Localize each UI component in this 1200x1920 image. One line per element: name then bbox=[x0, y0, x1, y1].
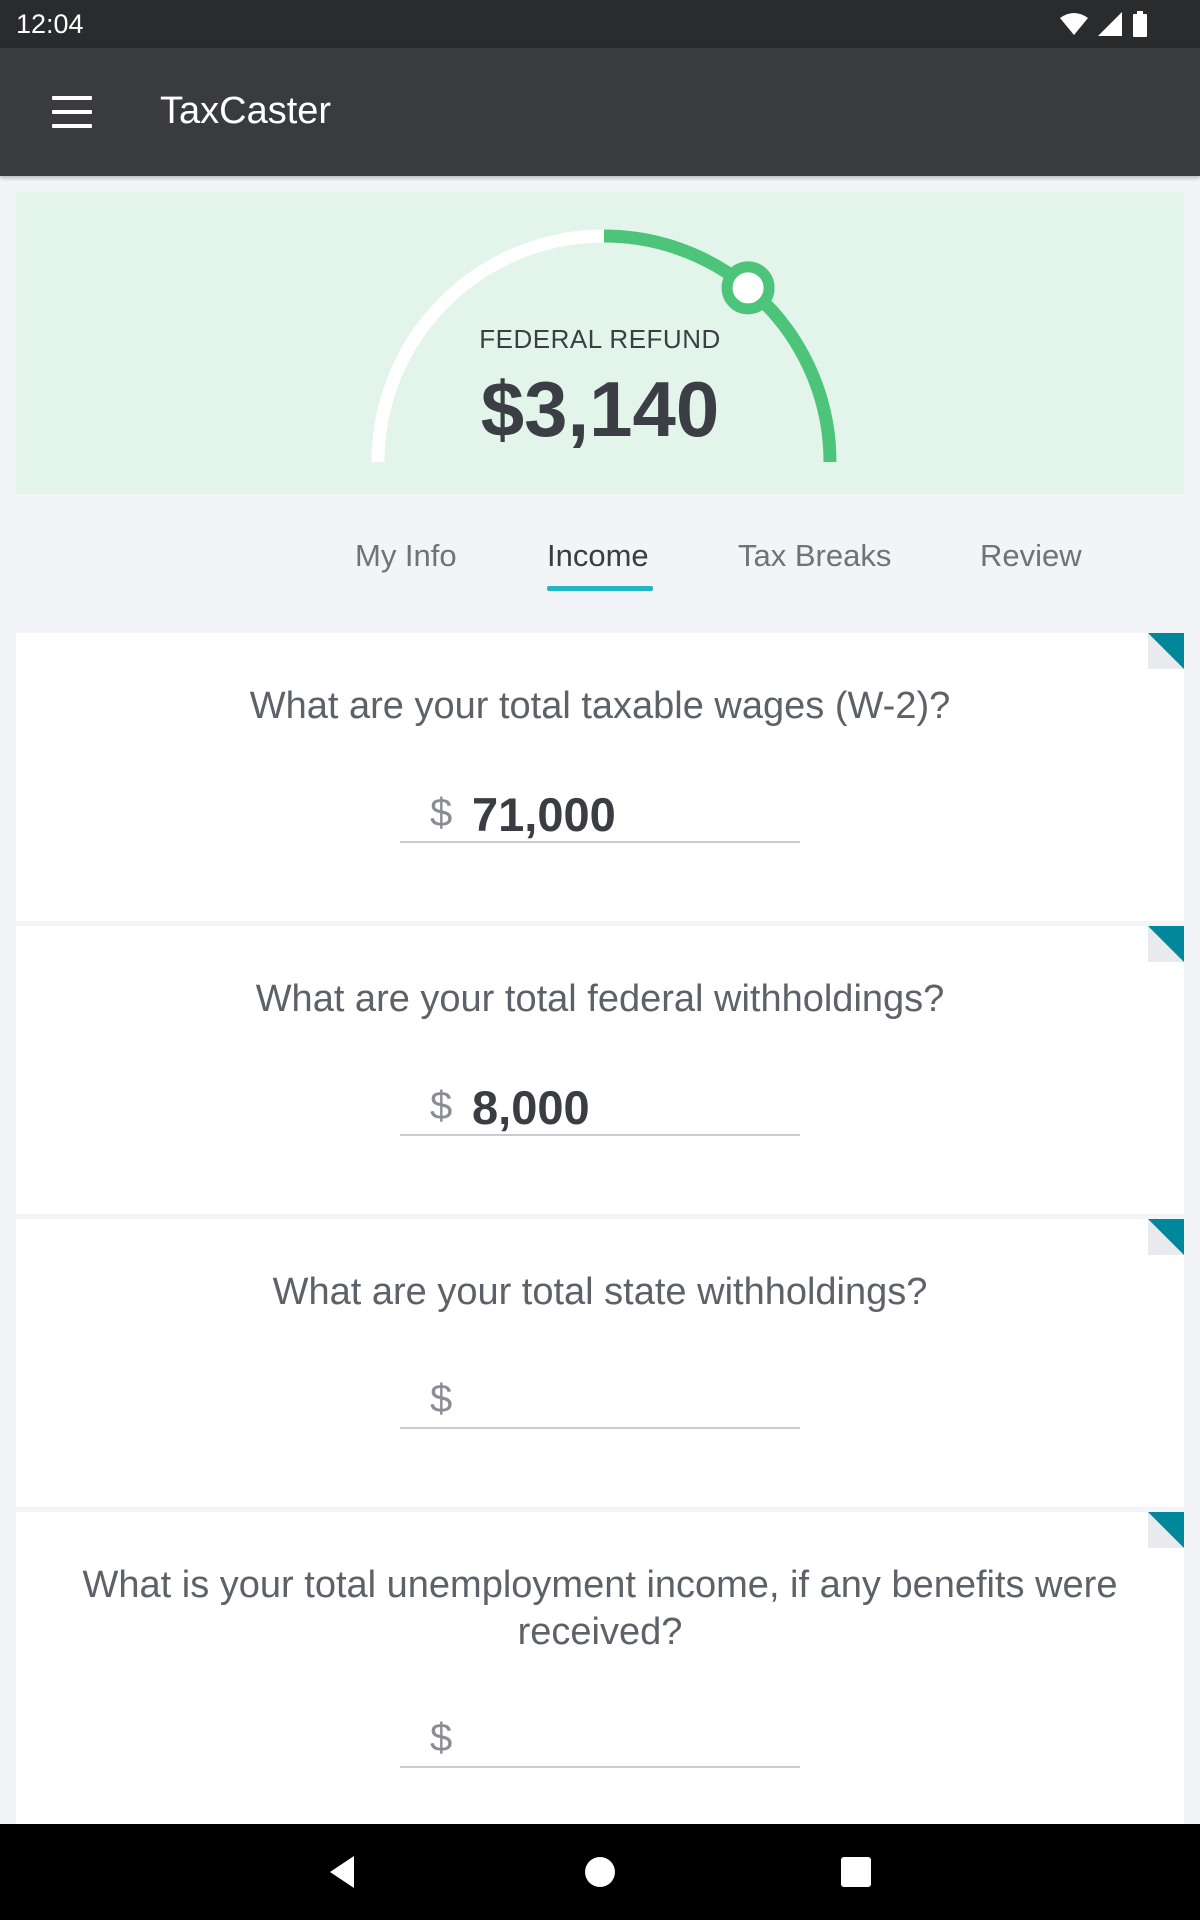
unemployment-input[interactable] bbox=[472, 1712, 782, 1767]
tab-tax-breaks[interactable]: Tax Breaks bbox=[738, 538, 891, 574]
signal-icon bbox=[1098, 12, 1122, 36]
question-text: What are your total state withholdings? bbox=[272, 1271, 928, 1313]
currency-symbol: $ bbox=[430, 791, 453, 835]
corner-flag bbox=[1148, 926, 1184, 962]
refund-amount: $3,140 bbox=[480, 365, 720, 453]
currency-symbol: $ bbox=[430, 1084, 453, 1128]
status-icons bbox=[1060, 11, 1148, 37]
question-text: What is your total unemployment income, … bbox=[82, 1564, 1118, 1653]
gauge-knob bbox=[721, 261, 775, 315]
question-text: What are your total federal withholdings… bbox=[255, 978, 945, 1020]
currency-symbol: $ bbox=[430, 1716, 453, 1760]
federal-withholdings-input[interactable] bbox=[472, 1080, 782, 1135]
tab-my-info[interactable]: My Info bbox=[355, 538, 457, 574]
refund-panel: FEDERAL REFUND $3,140 bbox=[16, 192, 1184, 494]
currency-symbol: $ bbox=[430, 1377, 453, 1421]
state-withholdings-input[interactable] bbox=[472, 1373, 782, 1428]
home-icon[interactable] bbox=[580, 1852, 620, 1892]
wages-input[interactable] bbox=[472, 787, 782, 842]
question-card-unemployment: What is your total unemployment income, … bbox=[16, 1512, 1184, 1824]
system-nav-bar bbox=[0, 1824, 1200, 1920]
question-card-federal-withholdings: What are your total federal withholdings… bbox=[16, 926, 1184, 1214]
status-time: 12:04 bbox=[16, 9, 84, 39]
state-withholdings-field[interactable]: $ bbox=[400, 1369, 800, 1429]
tab-review[interactable]: Review bbox=[980, 538, 1082, 574]
back-icon[interactable] bbox=[322, 1852, 362, 1892]
federal-withholdings-field[interactable]: $ bbox=[400, 1076, 800, 1136]
app-bar: TaxCaster bbox=[0, 48, 1200, 176]
recents-icon[interactable] bbox=[836, 1852, 876, 1892]
wages-field[interactable]: $ bbox=[400, 783, 800, 843]
corner-flag bbox=[1148, 633, 1184, 669]
tab-income[interactable]: Income bbox=[547, 538, 649, 574]
status-bar: 12:04 bbox=[0, 0, 1200, 48]
app-title: TaxCaster bbox=[160, 90, 332, 132]
unemployment-field[interactable]: $ bbox=[400, 1708, 800, 1768]
corner-flag bbox=[1148, 1219, 1184, 1255]
battery-icon bbox=[1133, 11, 1147, 37]
corner-flag bbox=[1148, 1512, 1184, 1548]
question-card-wages: What are your total taxable wages (W-2)?… bbox=[16, 633, 1184, 921]
refund-label: FEDERAL REFUND bbox=[479, 324, 721, 354]
active-tab-indicator bbox=[547, 586, 653, 591]
hamburger-menu-icon[interactable] bbox=[42, 90, 102, 134]
question-card-state-withholdings: What are your total state withholdings? … bbox=[16, 1219, 1184, 1507]
question-text: What are your total taxable wages (W-2)? bbox=[249, 685, 951, 727]
wifi-icon bbox=[1060, 13, 1088, 35]
